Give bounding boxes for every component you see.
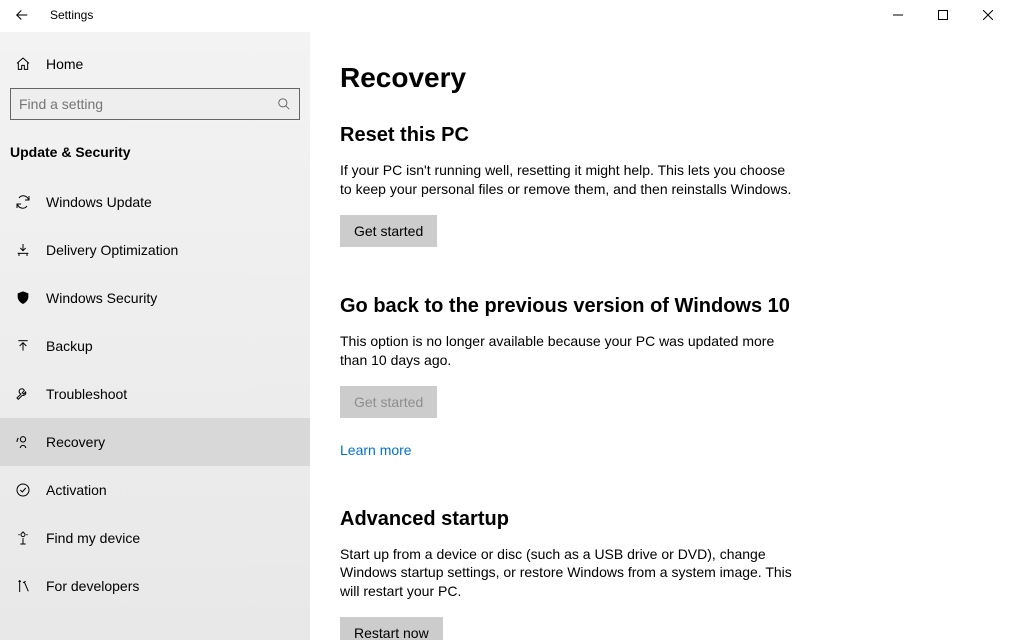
close-icon — [983, 10, 993, 20]
minimize-icon — [893, 10, 903, 20]
section-heading: Go back to the previous version of Windo… — [340, 295, 800, 318]
sidebar-item-find-my-device[interactable]: Find my device — [0, 514, 310, 562]
section-body: This option is no longer available becau… — [340, 332, 800, 370]
reset-get-started-button[interactable]: Get started — [340, 215, 437, 247]
section-body: If your PC isn't running well, resetting… — [340, 161, 800, 199]
sidebar-item-label: Troubleshoot — [46, 386, 127, 402]
sidebar-item-recovery[interactable]: Recovery — [0, 418, 310, 466]
learn-more-link[interactable]: Learn more — [340, 442, 412, 458]
sidebar-item-label: Activation — [46, 482, 107, 498]
maximize-button[interactable] — [920, 0, 965, 30]
titlebar: Settings — [0, 0, 1010, 32]
delivery-icon — [14, 242, 32, 258]
home-icon — [14, 56, 32, 72]
tools-icon — [14, 578, 32, 594]
sidebar-item-label: For developers — [46, 578, 139, 594]
sidebar-item-label: Find my device — [46, 530, 140, 546]
sidebar-item-troubleshoot[interactable]: Troubleshoot — [0, 370, 310, 418]
section-body: Start up from a device or disc (such as … — [340, 545, 800, 602]
section-heading: Reset this PC — [340, 124, 800, 147]
sidebar-item-backup[interactable]: Backup — [0, 322, 310, 370]
search-icon — [277, 97, 291, 111]
section-go-back: Go back to the previous version of Windo… — [340, 295, 800, 460]
wrench-icon — [14, 386, 32, 402]
sidebar-home[interactable]: Home — [0, 40, 310, 88]
page-title: Recovery — [340, 62, 970, 94]
shield-icon — [14, 290, 32, 306]
sidebar-item-for-developers[interactable]: For developers — [0, 562, 310, 610]
maximize-icon — [938, 10, 948, 20]
section-advanced-startup: Advanced startup Start up from a device … — [340, 508, 800, 640]
search-box[interactable] — [10, 88, 300, 120]
backup-icon — [14, 338, 32, 354]
sync-icon — [14, 194, 32, 210]
arrow-left-icon — [13, 6, 31, 24]
minimize-button[interactable] — [875, 0, 920, 30]
sidebar-item-activation[interactable]: Activation — [0, 466, 310, 514]
sidebar: Home Update & Security Windows Update De… — [0, 32, 310, 640]
go-back-get-started-button: Get started — [340, 386, 437, 418]
sidebar-item-windows-security[interactable]: Windows Security — [0, 274, 310, 322]
sidebar-item-label: Recovery — [46, 434, 105, 450]
sidebar-item-label: Delivery Optimization — [46, 242, 178, 258]
sidebar-item-label: Windows Update — [46, 194, 152, 210]
search-input[interactable] — [19, 96, 277, 112]
sidebar-home-label: Home — [46, 56, 83, 72]
sidebar-item-windows-update[interactable]: Windows Update — [0, 178, 310, 226]
recovery-icon — [14, 434, 32, 450]
sidebar-item-delivery-optimization[interactable]: Delivery Optimization — [0, 226, 310, 274]
location-icon — [14, 530, 32, 546]
close-button[interactable] — [965, 0, 1010, 30]
section-reset-this-pc: Reset this PC If your PC isn't running w… — [340, 124, 800, 247]
restart-now-button[interactable]: Restart now — [340, 617, 443, 640]
check-circle-icon — [14, 482, 32, 498]
back-button[interactable] — [0, 6, 44, 24]
content-pane: Recovery Reset this PC If your PC isn't … — [310, 32, 1010, 640]
sidebar-item-label: Windows Security — [46, 290, 157, 306]
window-title: Settings — [50, 8, 93, 22]
sidebar-item-label: Backup — [46, 338, 93, 354]
section-heading: Advanced startup — [340, 508, 800, 531]
sidebar-category: Update & Security — [0, 130, 310, 178]
